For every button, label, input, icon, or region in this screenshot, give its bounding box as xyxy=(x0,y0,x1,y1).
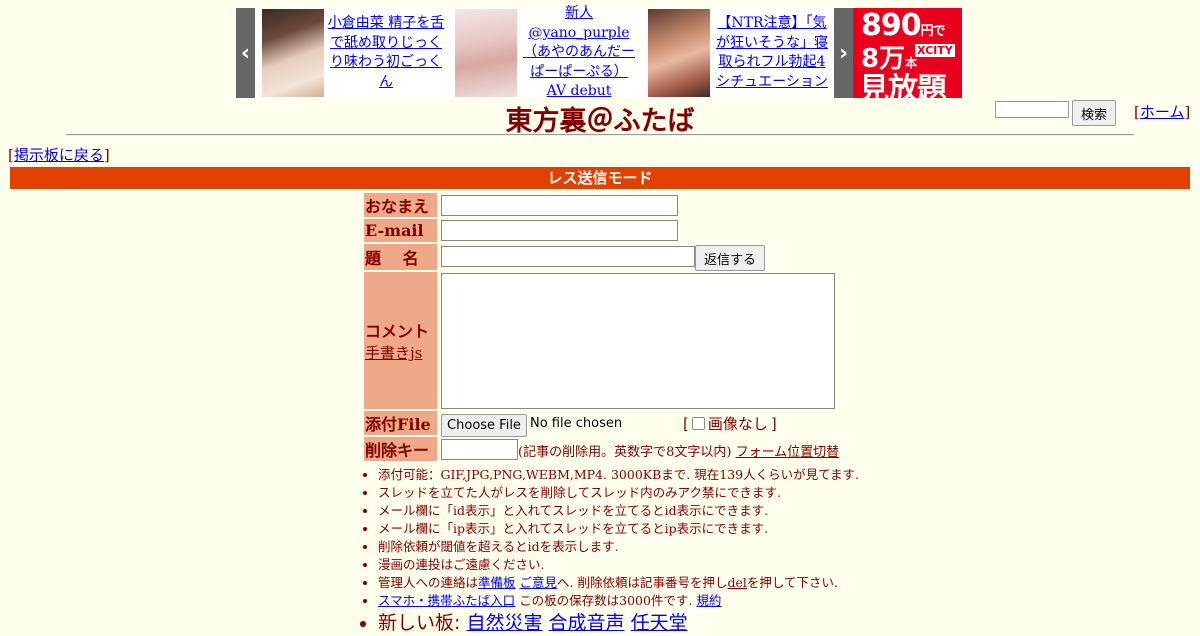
promo-tagline: 見放題 xyxy=(859,72,947,98)
email-label: E-mail xyxy=(364,219,437,242)
new-boards-label: 新しい板: xyxy=(378,612,467,634)
list-item: 漫画の連投はご遠慮ください. xyxy=(378,556,859,574)
name-label: おなまえ xyxy=(364,193,437,217)
subject-input[interactable] xyxy=(441,246,695,267)
divider xyxy=(66,134,1134,136)
note-text: を押して下さい. xyxy=(746,575,838,590)
home-link[interactable]: ホーム xyxy=(1140,103,1185,121)
list-item: メール欄に「ip表示」と入れてスレッドを立てるとip表示にできます. xyxy=(378,520,859,538)
email-input[interactable] xyxy=(441,220,678,241)
file-label: 添付File xyxy=(364,411,437,435)
ad-link[interactable]: 【NTR注意】「気が狂いそうな」寝取られフル勃起4シチュエーション xyxy=(713,14,831,92)
note-text: この板の保存数は3000件です. xyxy=(515,593,693,608)
form-position-toggle-link[interactable]: フォーム位置切替 xyxy=(736,445,840,460)
ad-link[interactable]: 小倉由菜 精子を舌で舐め取りじっくり味わう初ごっくん xyxy=(327,14,445,92)
no-image-label: 画像なし xyxy=(707,415,768,433)
bracket: ] xyxy=(103,146,110,164)
ad-banner[interactable]: ‹ 小倉由菜 精子を舌で舐め取りじっくり味わう初ごっくん 新人 @yano_pu… xyxy=(236,5,964,99)
board-notes: 添付可能：GIF,JPG,PNG,WEBM,MP4. 3000KBまで. 現在1… xyxy=(364,466,859,636)
comment-label-cell: コメント 手書きjs xyxy=(364,272,437,409)
note-text: 管理人への連絡は xyxy=(378,575,479,590)
note-text: へ. 削除依頼は記事番号を押し xyxy=(557,575,728,590)
del-link[interactable]: del xyxy=(727,575,746,590)
ad-prev-arrow-icon[interactable]: ‹ xyxy=(236,8,255,98)
new-board-link[interactable]: 自然災害 xyxy=(466,612,542,634)
ad-thumbnail[interactable] xyxy=(262,9,324,97)
file-status: No file chosen xyxy=(530,416,623,431)
bracket: [ xyxy=(683,414,689,433)
mobile-entry-link[interactable]: スマホ・携帯ふたば入口 xyxy=(378,593,515,608)
delete-key-note: (記事の削除用。英数字で8文字以内) フォーム位置切替 xyxy=(518,441,839,460)
ad-thumbnail[interactable] xyxy=(648,9,710,97)
list-item: 管理人への連絡は準備板 ご意見へ. 削除依頼は記事番号を押しdelを押して下さい… xyxy=(378,574,859,592)
delete-key-label: 削除キー xyxy=(364,437,437,461)
comment-textarea[interactable] xyxy=(441,273,835,409)
list-item: 削除依頼が閾値を超えるとidを表示します. xyxy=(378,538,859,556)
ad-next-arrow-icon[interactable]: › xyxy=(834,8,853,98)
list-item: 新しい板: 自然災害 合成音声 任天堂 xyxy=(378,610,859,636)
ad-item-2[interactable]: 新人 @yano_purple（あやのあんだーぱーぱーぷる） AV debut xyxy=(448,5,641,99)
search-button[interactable]: 検索 xyxy=(1072,100,1116,126)
delete-key-input[interactable] xyxy=(441,439,518,460)
promo-price-unit: 円で xyxy=(920,24,946,39)
comment-label: コメント xyxy=(365,322,430,341)
list-item: メール欄に「id表示」と入れてスレッドを立てるとid表示にできます. xyxy=(378,502,859,520)
reply-mode-bar: レス送信モード xyxy=(10,167,1190,189)
list-item: 添付可能：GIF,JPG,PNG,WEBM,MP4. 3000KBまで. 現在1… xyxy=(378,466,859,484)
new-board-link[interactable]: 任天堂 xyxy=(631,612,688,634)
no-image-checkbox[interactable] xyxy=(691,417,705,430)
ad-item-1[interactable]: 小倉由菜 精子を舌で舐め取りじっくり味わう初ごっくん xyxy=(255,8,448,98)
feedback-link[interactable]: ご意見 xyxy=(520,575,558,590)
list-item: スマホ・携帯ふたば入口 この板の保存数は3000件です. 規約 xyxy=(378,592,859,610)
ad-link[interactable]: 新人 @yano_purple（あやのあんだーぱーぱーぷる） AV debut xyxy=(520,4,638,102)
home-nav: [ホーム] xyxy=(1134,101,1190,122)
submit-reply-button[interactable]: 返信する xyxy=(695,245,765,271)
no-image-option: [ 画像なし] xyxy=(683,413,777,434)
bracket: ] xyxy=(770,414,777,433)
prep-board-link[interactable]: 準備板 xyxy=(478,575,516,590)
choose-file-button[interactable]: Choose File xyxy=(441,414,527,437)
promo-brand-logo: XCITY xyxy=(915,44,955,57)
delete-key-help: (記事の削除用。英数字で8文字以内) xyxy=(518,445,732,460)
new-board-link[interactable]: 合成音声 xyxy=(549,612,625,634)
search-input[interactable] xyxy=(995,101,1069,118)
ad-promo-banner[interactable]: 890円で 8万本 XCITY 見放題 xyxy=(853,8,962,98)
ad-item-3[interactable]: 【NTR注意】「気が狂いそうな」寝取られフル勃起4シチュエーション xyxy=(641,8,834,98)
back-nav: [掲示板に戻る] xyxy=(8,144,110,165)
subject-label: 題 名 xyxy=(364,244,437,270)
name-input[interactable] xyxy=(441,195,678,216)
back-to-board-link[interactable]: 掲示板に戻る xyxy=(14,146,104,164)
bracket: ] xyxy=(1184,103,1191,121)
terms-link[interactable]: 規約 xyxy=(696,593,721,608)
list-item: スレッドを立てた人がレスを削除してスレッド内のみアク禁にできます. xyxy=(378,484,859,502)
ad-thumbnail[interactable] xyxy=(455,9,517,97)
handwriting-link[interactable]: 手書きjs xyxy=(365,342,422,363)
